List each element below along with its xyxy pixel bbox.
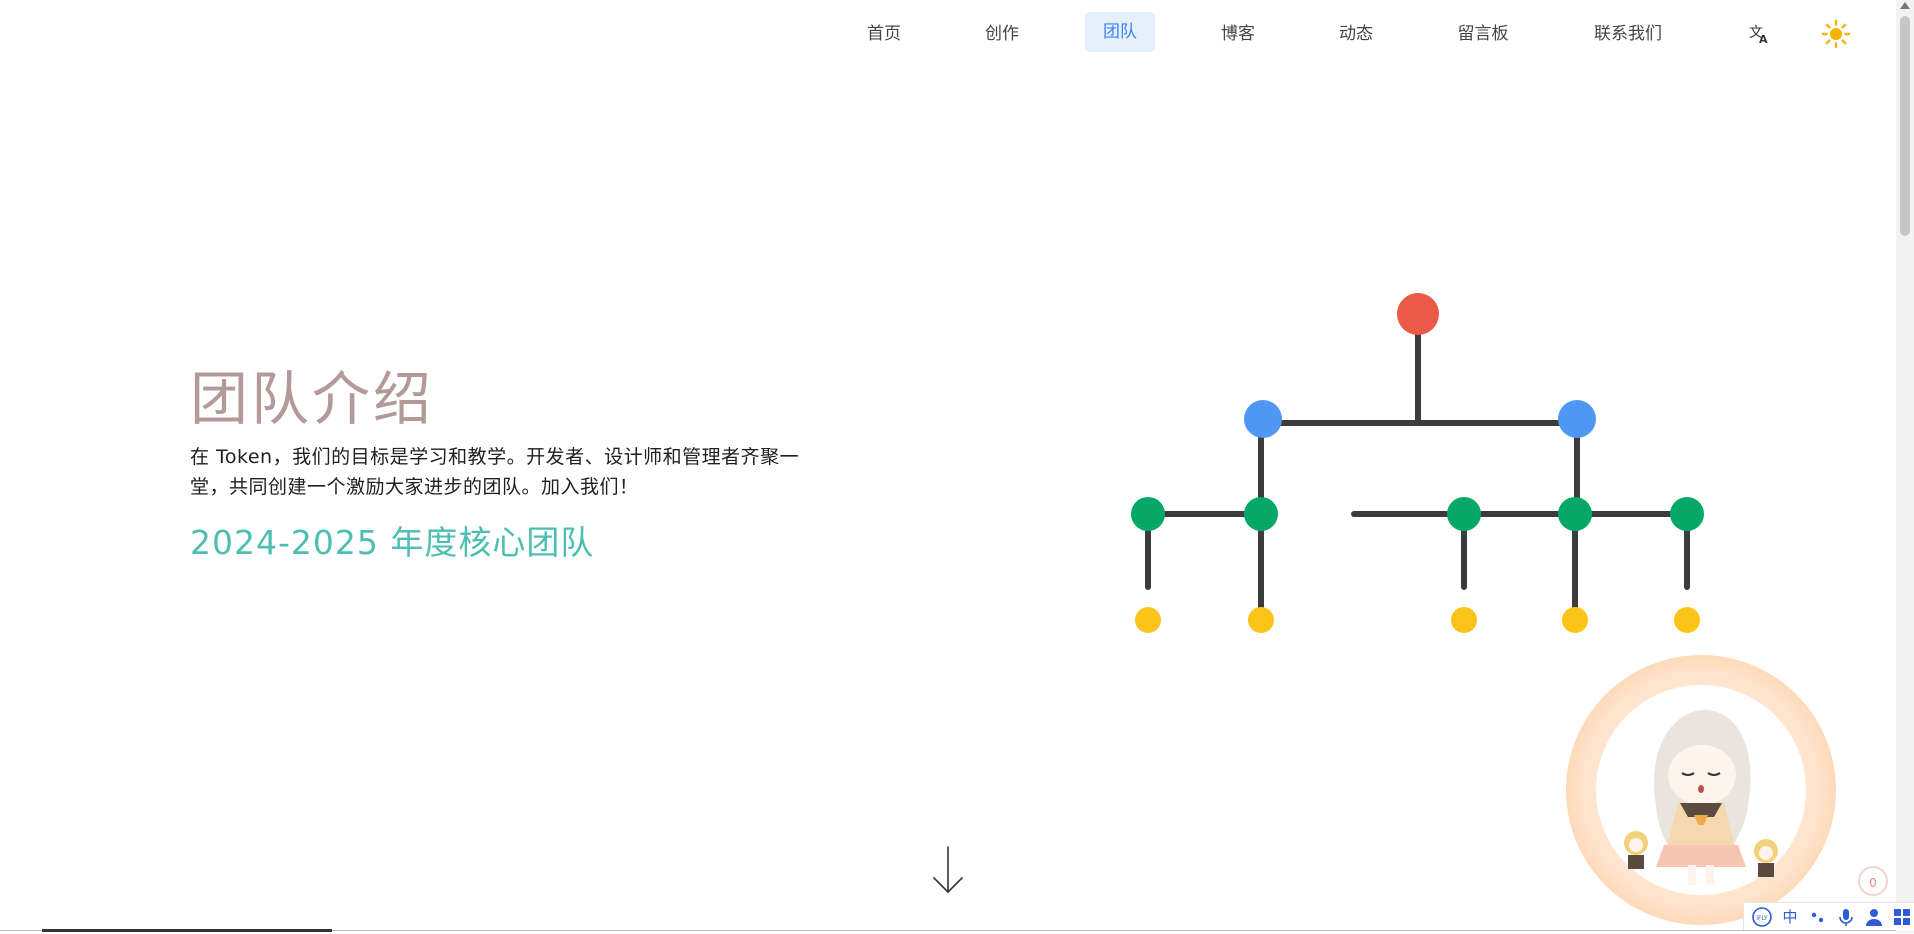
scrollbar[interactable] — [1896, 0, 1914, 933]
tree-leaf — [1135, 607, 1161, 633]
team-description: 在 Token，我们的目标是学习和教学。开发者、设计师和管理者齐聚一堂，共同创建… — [190, 446, 800, 498]
nav-item-guestbook[interactable]: 留言板 — [1440, 16, 1527, 52]
mascot-widget[interactable] — [1566, 655, 1836, 925]
team-tree-graphic — [1131, 293, 1704, 633]
svg-text:iFLY: iFLY — [1756, 915, 1768, 922]
tree-leaf — [1674, 607, 1700, 633]
horizontal-scroll-thumb[interactable] — [42, 929, 332, 932]
tree-leaf — [1248, 607, 1274, 633]
nav-item-creation[interactable]: 创作 — [967, 16, 1037, 52]
counter-badge[interactable]: 0 — [1858, 866, 1888, 896]
ime-toolbar: iFLY 中 — [1743, 902, 1914, 931]
top-nav: 首页 创作 团队 博客 动态 留言板 联系我们 文 A — [0, 0, 1896, 70]
nav-item-blog[interactable]: 博客 — [1203, 16, 1273, 52]
scroll-thumb[interactable] — [1900, 16, 1910, 236]
tree-node — [1558, 497, 1592, 531]
tree-leaf — [1562, 607, 1588, 633]
punct-icon[interactable] — [1807, 906, 1829, 928]
translate-icon[interactable]: 文 A — [1743, 18, 1775, 50]
team-subtitle: 2024-2025 年度核心团队 — [190, 523, 595, 562]
nav-item-moments[interactable]: 动态 — [1321, 16, 1391, 52]
iflyt-icon[interactable]: iFLY — [1751, 906, 1773, 928]
mic-icon[interactable] — [1835, 906, 1857, 928]
tree-node — [1447, 497, 1481, 531]
nav-item-home[interactable]: 首页 — [849, 16, 919, 52]
nav-item-team[interactable]: 团队 — [1085, 12, 1155, 52]
mascot-avatar[interactable] — [1596, 685, 1806, 895]
tree-root-node — [1397, 293, 1439, 335]
page-title: 团队介绍 — [190, 365, 435, 433]
tree-node — [1558, 400, 1596, 438]
ime-chinese-mode[interactable]: 中 — [1779, 906, 1801, 928]
tree-node — [1131, 497, 1165, 531]
scroll-down-arrow-icon[interactable] — [930, 845, 966, 895]
user-icon[interactable] — [1863, 906, 1885, 928]
sun-icon[interactable] — [1820, 18, 1852, 50]
svg-text:A: A — [1759, 33, 1768, 46]
nav-item-contact[interactable]: 联系我们 — [1576, 16, 1680, 52]
tree-leaf — [1451, 607, 1477, 633]
tree-node — [1244, 497, 1278, 531]
tree-node — [1244, 400, 1282, 438]
grid-icon[interactable] — [1891, 906, 1913, 928]
tree-node — [1670, 497, 1704, 531]
scroll-up-icon[interactable] — [1900, 2, 1910, 9]
